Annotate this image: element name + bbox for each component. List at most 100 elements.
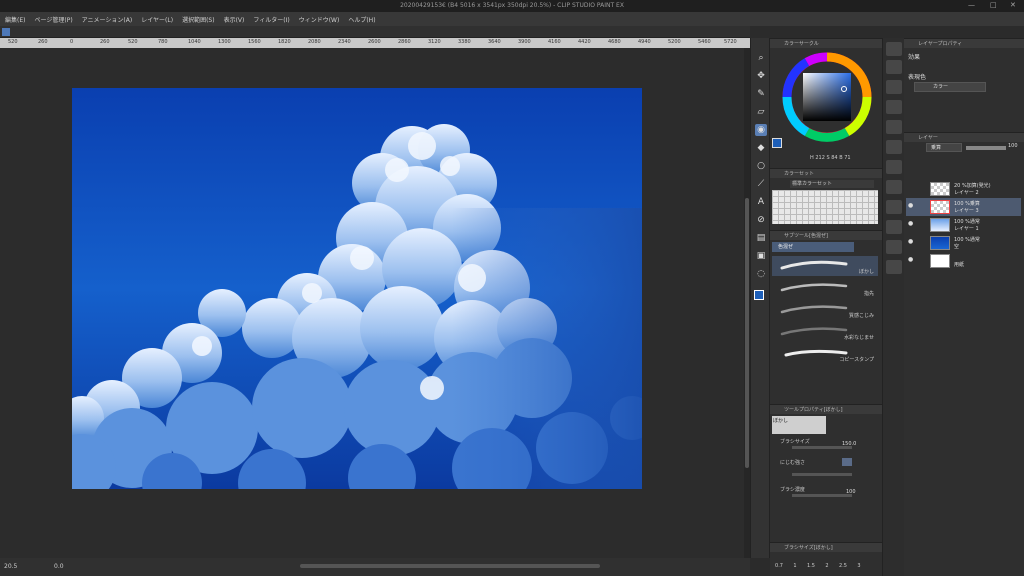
ruler-tick: 4420 bbox=[578, 39, 591, 45]
density-slider[interactable] bbox=[792, 494, 852, 497]
ruler-tick: 4160 bbox=[548, 39, 561, 45]
opacity-value[interactable]: 100 bbox=[1008, 143, 1018, 149]
panel-toggle-icon[interactable] bbox=[886, 42, 902, 56]
main-color-swatch[interactable] bbox=[754, 290, 764, 300]
panel-toggle-icon[interactable] bbox=[886, 260, 902, 274]
panel-toggle-icon[interactable] bbox=[886, 240, 902, 254]
brush-size-value[interactable]: 150.0 bbox=[842, 441, 856, 447]
eye-icon[interactable]: ● bbox=[908, 203, 914, 209]
zoom-level[interactable]: 20.5 bbox=[4, 563, 17, 570]
blend-mode-select[interactable]: 乗算 bbox=[926, 143, 962, 152]
wheel-main-color[interactable] bbox=[772, 138, 782, 148]
balloon-icon[interactable]: ◌ bbox=[755, 268, 767, 280]
ruler-tick: 3120 bbox=[428, 39, 441, 45]
blend-tool-icon[interactable]: ◉ bbox=[755, 124, 767, 136]
color-wheel-header: カラーサークル bbox=[770, 38, 882, 48]
ruler-icon[interactable]: ⟋ bbox=[755, 178, 767, 190]
blur-strength-slider[interactable] bbox=[792, 473, 852, 476]
move-icon[interactable]: ✥ bbox=[755, 70, 767, 82]
brush-name: 水彩なじませ bbox=[844, 335, 874, 341]
layer-blend-info: 100 %通常 bbox=[954, 219, 980, 225]
menu-view[interactable]: 表示(V) bbox=[224, 15, 245, 24]
layer-thumbnail bbox=[930, 200, 950, 214]
menu-help[interactable]: ヘルプ(H) bbox=[348, 15, 375, 24]
status-bar: 20.5 0.0 bbox=[0, 558, 750, 576]
color-swatch-grid[interactable] bbox=[772, 190, 878, 224]
layer-row[interactable]: ● 100 %通常 レイヤー 1 bbox=[906, 216, 1021, 234]
ruler-tick: 780 bbox=[158, 39, 168, 45]
close-button[interactable]: ✕ bbox=[1010, 1, 1016, 9]
panel-toggle-icon[interactable] bbox=[886, 160, 902, 174]
panel-toggle-icon[interactable] bbox=[886, 180, 902, 194]
ruler-tick: 2340 bbox=[338, 39, 351, 45]
expression-color-label: 表現色 bbox=[908, 74, 927, 81]
menu-page[interactable]: ページ管理(P) bbox=[34, 15, 72, 24]
panel-toggle-icon[interactable] bbox=[886, 80, 902, 94]
blur-mode-button[interactable] bbox=[842, 458, 852, 466]
window-title: 20200429153€ (B4 5016 x 3541px 350dpi 20… bbox=[400, 2, 624, 9]
ruler-tick: 1820 bbox=[278, 39, 291, 45]
brush-size-label: ブラシサイズ bbox=[780, 439, 810, 445]
eye-icon[interactable]: ● bbox=[908, 239, 914, 245]
brush-item-copy-stamp[interactable]: コピースタンプ bbox=[772, 344, 878, 364]
shape-icon[interactable]: ○ bbox=[755, 160, 767, 172]
brush-item-finger[interactable]: 指先 bbox=[772, 278, 878, 298]
panel-toggle-icon[interactable] bbox=[886, 200, 902, 214]
menu-edit[interactable]: 編集(E) bbox=[5, 15, 25, 24]
panel-toggle-icon[interactable] bbox=[886, 140, 902, 154]
size-preset[interactable]: 1.5 bbox=[804, 563, 818, 569]
layer-row[interactable]: ● 用紙 bbox=[906, 252, 1021, 270]
rotation-angle[interactable]: 0.0 bbox=[54, 563, 64, 570]
brush-item-watercolor[interactable]: 水彩なじませ bbox=[772, 322, 878, 342]
eyedropper-icon[interactable]: ⊘ bbox=[755, 214, 767, 226]
panel-toggle-icon[interactable] bbox=[886, 120, 902, 134]
layer-row-selected[interactable]: ● 100 %乗算 レイヤー 3 bbox=[906, 198, 1021, 216]
pen-icon[interactable]: ✎ bbox=[755, 88, 767, 100]
layer-name: 用紙 bbox=[954, 262, 965, 268]
zoom-icon[interactable]: ⌕ bbox=[755, 52, 767, 64]
density-value[interactable]: 100 bbox=[846, 489, 856, 495]
menu-selection[interactable]: 選択範囲(S) bbox=[182, 15, 215, 24]
sub-tool-group-tab[interactable]: 色混ぜ bbox=[772, 242, 854, 252]
menu-filter[interactable]: フィルター(I) bbox=[253, 15, 289, 24]
opacity-slider[interactable] bbox=[966, 146, 1006, 150]
expression-color-select[interactable]: カラー bbox=[914, 82, 986, 92]
layer-row[interactable]: 20 %加算(発光) レイヤー 2 bbox=[906, 180, 1021, 198]
panel-toggle-icon[interactable] bbox=[886, 60, 902, 74]
layer-thumbnail bbox=[930, 182, 950, 196]
size-preset[interactable]: 2.5 bbox=[836, 563, 850, 569]
size-preset[interactable]: 0.7 bbox=[772, 563, 786, 569]
size-preset[interactable]: 1 bbox=[788, 563, 802, 569]
eye-icon[interactable]: ● bbox=[908, 221, 914, 227]
layer-row[interactable]: ● 100 %通常 空 bbox=[906, 234, 1021, 252]
cloud-painting bbox=[72, 88, 642, 489]
brush-item-texture[interactable]: 質感こじみ bbox=[772, 300, 878, 320]
eraser-icon[interactable]: ▱ bbox=[755, 106, 767, 118]
ruler-tick: 3900 bbox=[518, 39, 531, 45]
frame-icon[interactable]: ▣ bbox=[755, 250, 767, 262]
menu-window[interactable]: ウィンドウ(W) bbox=[299, 15, 340, 24]
layer-thumbnail bbox=[930, 236, 950, 250]
text-icon[interactable]: A bbox=[755, 196, 767, 208]
eye-icon[interactable] bbox=[908, 185, 914, 191]
scroll-thumb[interactable] bbox=[745, 198, 749, 468]
maximize-button[interactable]: □ bbox=[990, 1, 997, 9]
panel-toggle-icon[interactable] bbox=[886, 100, 902, 114]
fill-icon[interactable]: ◆ bbox=[755, 142, 767, 154]
drawing-canvas[interactable] bbox=[72, 88, 642, 489]
size-preset[interactable]: 2 bbox=[820, 563, 834, 569]
canvas-tab-icon[interactable] bbox=[2, 28, 10, 36]
horizontal-scrollbar[interactable] bbox=[300, 564, 600, 568]
color-wheel[interactable] bbox=[780, 50, 874, 156]
minimize-button[interactable]: — bbox=[968, 1, 975, 9]
panel-toggle-icon[interactable] bbox=[886, 220, 902, 234]
gradient-icon[interactable]: ▤ bbox=[755, 232, 767, 244]
eye-icon[interactable]: ● bbox=[908, 257, 914, 263]
size-preset[interactable]: 3 bbox=[852, 563, 866, 569]
brush-item-blur[interactable]: ぼかし bbox=[772, 256, 878, 276]
menu-animation[interactable]: アニメーション(A) bbox=[82, 15, 133, 24]
color-set-select[interactable]: 標準カラーセット bbox=[790, 180, 874, 188]
ruler-tick: 2860 bbox=[398, 39, 411, 45]
menu-layer[interactable]: レイヤー(L) bbox=[141, 15, 173, 24]
brush-size-header: ブラシサイズ[ぼかし] bbox=[770, 542, 882, 552]
